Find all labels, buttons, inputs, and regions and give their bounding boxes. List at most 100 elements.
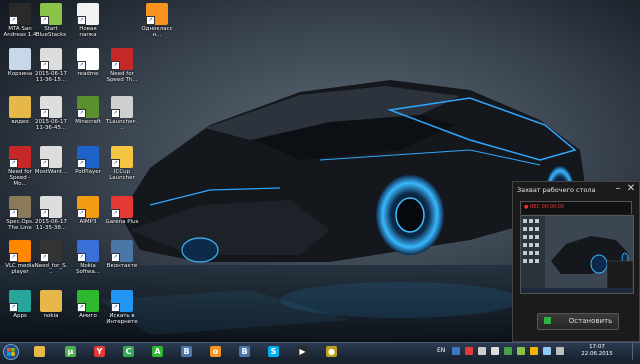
vlc-icon: ↗ [9, 240, 31, 262]
video-file-icon: ↗ [40, 196, 62, 218]
utorrent-icon: µ [65, 346, 76, 357]
desktop-icon[interactable]: ↗ 2015-06-17 11-35-38... [34, 196, 68, 231]
taskbar-app-skype[interactable]: S [263, 344, 285, 359]
shortcut-arrow-icon: ↗ [111, 303, 120, 312]
taskbar-app-explorer[interactable] [29, 344, 51, 359]
video-file-icon: ↗ [40, 96, 62, 118]
desktop-icon[interactable]: ↗ Вконтакте [105, 240, 139, 269]
desktop-icon[interactable]: ↗ Nokia Softwa... [71, 240, 105, 275]
odnoklassniki-icon: ↗ [146, 3, 168, 25]
taskbar-app-yandex[interactable]: Y [89, 344, 111, 359]
desktop-icon[interactable]: видео [3, 96, 37, 125]
shortcut-arrow-icon: ↗ [9, 209, 18, 218]
tray-network-icon[interactable] [478, 347, 486, 355]
taskbar-app-ok[interactable]: o [205, 344, 227, 359]
desktop-icon[interactable]: ↗ Apps [3, 290, 37, 319]
taskbar-app-chrome[interactable]: C [118, 344, 140, 359]
desktop-icon[interactable]: ↗ ICCup Launcher [105, 146, 139, 181]
shortcut-arrow-icon: ↗ [111, 209, 120, 218]
desktop-icon-label: Garena Plus [105, 219, 139, 225]
specops-icon: ↗ [9, 196, 31, 218]
taskbar-app-vk[interactable]: B [176, 344, 198, 359]
desktop-icon[interactable]: ↗ Амиго [71, 290, 105, 319]
shortcut-arrow-icon: ↗ [40, 253, 49, 262]
desktop-icon[interactable]: ↗ MTA San Andreas 1.4 [3, 3, 37, 38]
capture-panel[interactable]: Захват рабочего стола – ✕ ● REC 00:00:00… [512, 181, 640, 342]
camera-icon: ● [326, 346, 337, 357]
taskbar-app-torrent[interactable]: µ [60, 344, 82, 359]
desktop-icon[interactable]: ↗ Одноклассн... [140, 3, 174, 38]
close-icon[interactable]: ✕ [625, 183, 637, 194]
bluestacks-icon: ↗ [40, 3, 62, 25]
desktop-icon[interactable]: ↗ 2015-06-17 11-36-45... [34, 96, 68, 131]
tray-shield-icon[interactable] [452, 347, 460, 355]
garena-icon: ↗ [111, 196, 133, 218]
nokia-icon: ↗ [77, 240, 99, 262]
taskbar-app-vk2[interactable]: B [234, 344, 256, 359]
clock[interactable]: 17:07 22.06.2015 [580, 344, 614, 358]
tray-power-icon[interactable] [556, 347, 564, 355]
tray-update-icon[interactable] [530, 347, 538, 355]
desktop-icon-label: readme [77, 71, 99, 77]
desktop-icon[interactable]: ↗ Spec.Ops. The Line [3, 196, 37, 231]
desktop-icon[interactable]: ↗ Garena Plus [105, 196, 139, 225]
start-button[interactable] [2, 344, 20, 360]
tray-battery-icon[interactable] [517, 347, 525, 355]
desktop-icon[interactable]: ↗ VLC media player [3, 240, 37, 275]
shortcut-arrow-icon: ↗ [77, 61, 86, 70]
shortcut-arrow-icon: ↗ [111, 61, 120, 70]
desktop-icon[interactable]: ↗ Новая папка [71, 3, 105, 38]
aimp-icon: ↗ [77, 196, 99, 218]
desktop-icon[interactable]: ↗ Need_for_S... [34, 240, 68, 275]
desktop-icon-label: Искать в Интернете [106, 313, 138, 325]
desktop-icon[interactable]: ↗ Need for Speed Th... [105, 48, 139, 83]
tray-cloud-icon[interactable] [543, 347, 551, 355]
tray-flag-icon[interactable] [465, 347, 473, 355]
shortcut-arrow-icon: ↗ [40, 209, 49, 218]
desktop-icon-label: видео [11, 119, 29, 125]
nfs-icon: ↗ [111, 48, 133, 70]
capture-preview-header: ● REC 00:00:00 [520, 201, 632, 214]
stop-button[interactable]: Остановить [537, 313, 619, 330]
rec-indicator: ● REC 00:00:00 [524, 204, 565, 210]
desktop-icon-label: 2015-06-17 11-36-15... [35, 71, 67, 83]
desktop-icon[interactable]: ↗ readme [71, 48, 105, 77]
desktop-icon[interactable]: ↗ AIMP3 [71, 196, 105, 225]
desktop-icon[interactable]: ↗ Need for Speed - Mo... [3, 146, 37, 187]
search-web-icon: ↗ [111, 290, 133, 312]
desktop-icon[interactable]: ↗ MostWant... [34, 146, 68, 175]
taskbar-app-capture[interactable]: ● [321, 344, 343, 359]
shortcut-arrow-icon: ↗ [77, 109, 86, 118]
clock-date: 22.06.2015 [581, 351, 613, 357]
desktop-icon-label: Need for Speed - Mo... [8, 169, 32, 187]
minecraft-icon: ↗ [77, 96, 99, 118]
potplayer-icon: ↗ [77, 146, 99, 168]
shortcut-arrow-icon: ↗ [40, 109, 49, 118]
show-desktop-button[interactable] [632, 343, 640, 360]
taskbar-app-amigo[interactable]: A [147, 344, 169, 359]
desktop-icon[interactable]: ↗ 2015-06-17 11-36-15... [34, 48, 68, 83]
tray-volume-icon[interactable] [491, 347, 499, 355]
desktop-icon[interactable]: ↗ TLauncher-... [105, 96, 139, 131]
desktop-icon-label: 2015-06-17 11-35-38... [35, 219, 67, 231]
tray-app-icon[interactable] [504, 347, 512, 355]
minimize-icon[interactable]: – [612, 183, 624, 194]
desktop-icon-label: Start BlueStacks [35, 26, 67, 38]
desktop-icon[interactable]: ↗ PotPlayer [71, 146, 105, 175]
desktop-icon[interactable]: ↗ Start BlueStacks [34, 3, 68, 38]
desktop-icon-label: ICCup Launcher [109, 169, 135, 181]
language-indicator[interactable]: EN [437, 347, 445, 354]
desktop-icon[interactable]: nokia [34, 290, 68, 319]
folder-icon [34, 346, 45, 357]
taskbar-app-media[interactable]: ▶ [292, 344, 314, 359]
shortcut-arrow-icon: ↗ [111, 109, 120, 118]
shortcut-arrow-icon: ↗ [40, 159, 49, 168]
desktop-icon[interactable]: ↗ Искать в Интернете [105, 290, 139, 325]
desktop-icon[interactable]: Корзина [3, 48, 37, 77]
clock-time: 17:07 [589, 344, 605, 350]
desktop-icon[interactable]: ↗ Minecraft [71, 96, 105, 125]
desktop-icon-label: Вконтакте [106, 263, 138, 269]
document-icon: ↗ [77, 3, 99, 25]
folder-icon [9, 96, 31, 118]
yandex-browser-icon: Y [94, 346, 105, 357]
